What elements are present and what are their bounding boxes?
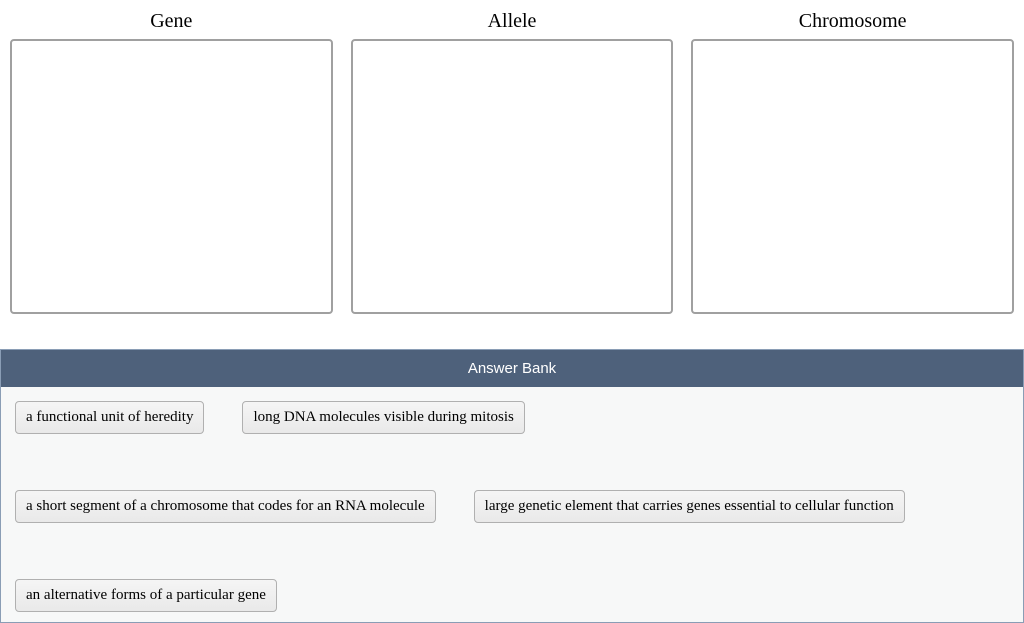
answer-item[interactable]: large genetic element that carries genes… [474,490,905,523]
drop-zone-gene[interactable] [10,39,333,314]
category-column-gene: Gene [10,10,333,314]
answer-item[interactable]: long DNA molecules visible during mitosi… [242,401,524,434]
answer-bank-container: Answer Bank a functional unit of heredit… [0,349,1024,623]
category-label: Gene [150,10,192,33]
answer-bank-header: Answer Bank [1,350,1023,387]
answer-item[interactable]: a functional unit of heredity [15,401,204,434]
drop-zone-chromosome[interactable] [691,39,1014,314]
category-label: Chromosome [799,10,907,33]
answer-item[interactable]: a short segment of a chromosome that cod… [15,490,436,523]
answer-bank-body: a functional unit of heredity long DNA m… [1,387,1023,622]
category-label: Allele [488,10,537,33]
answer-item[interactable]: an alternative forms of a particular gen… [15,579,277,612]
category-column-chromosome: Chromosome [691,10,1014,314]
drop-zone-allele[interactable] [351,39,674,314]
categories-container: Gene Allele Chromosome [0,0,1024,324]
category-column-allele: Allele [351,10,674,314]
